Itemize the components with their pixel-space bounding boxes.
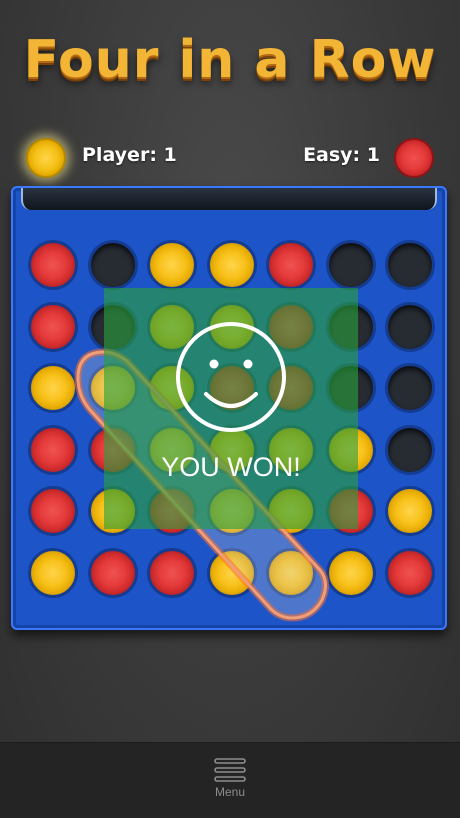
menu-label: Menu	[214, 785, 246, 799]
board-drop-rail	[21, 188, 437, 210]
board-cell-yellow[interactable]	[147, 240, 197, 290]
board-cell-yellow[interactable]	[28, 547, 78, 598]
board-cell-empty[interactable]	[325, 240, 376, 290]
board-cell-yellow[interactable]	[28, 363, 78, 413]
board-cell-empty[interactable]	[385, 240, 435, 290]
board-cell-empty[interactable]	[385, 363, 435, 413]
board-cell-red[interactable]	[87, 547, 138, 598]
game-title: Four in a Row	[23, 30, 437, 90]
board-cell-yellow[interactable]	[206, 547, 257, 598]
board-cell-red[interactable]	[28, 424, 78, 475]
board-cell-red[interactable]	[147, 547, 197, 598]
opponent-score: Easy: 1	[303, 144, 380, 166]
board-cell-red[interactable]	[385, 547, 435, 598]
board-cell-yellow[interactable]	[206, 240, 257, 290]
player-chip-icon	[26, 138, 66, 178]
board-cell-empty[interactable]	[385, 424, 435, 475]
player-score: Player: 1	[82, 144, 177, 166]
board-cell-red[interactable]	[28, 301, 78, 352]
menu-icon	[214, 758, 246, 782]
smiley-icon	[176, 322, 286, 432]
board-cell-red[interactable]	[28, 240, 78, 290]
board-cell-yellow[interactable]	[385, 486, 435, 536]
board-cell-yellow[interactable]	[266, 547, 316, 598]
board-cell-yellow[interactable]	[325, 547, 376, 598]
board-cell-empty[interactable]	[385, 301, 435, 352]
board-cell-red[interactable]	[266, 240, 316, 290]
result-message: YOU WON!	[161, 452, 301, 482]
opponent-chip-icon	[394, 138, 434, 178]
bottom-bar: Menu	[0, 742, 460, 818]
menu-button[interactable]: Menu	[205, 755, 255, 813]
result-overlay[interactable]: YOU WON!	[104, 288, 358, 529]
scorebar: Player: 1 Easy: 1	[0, 136, 460, 180]
board-cell-red[interactable]	[28, 486, 78, 536]
board-cell-empty[interactable]	[87, 240, 138, 290]
